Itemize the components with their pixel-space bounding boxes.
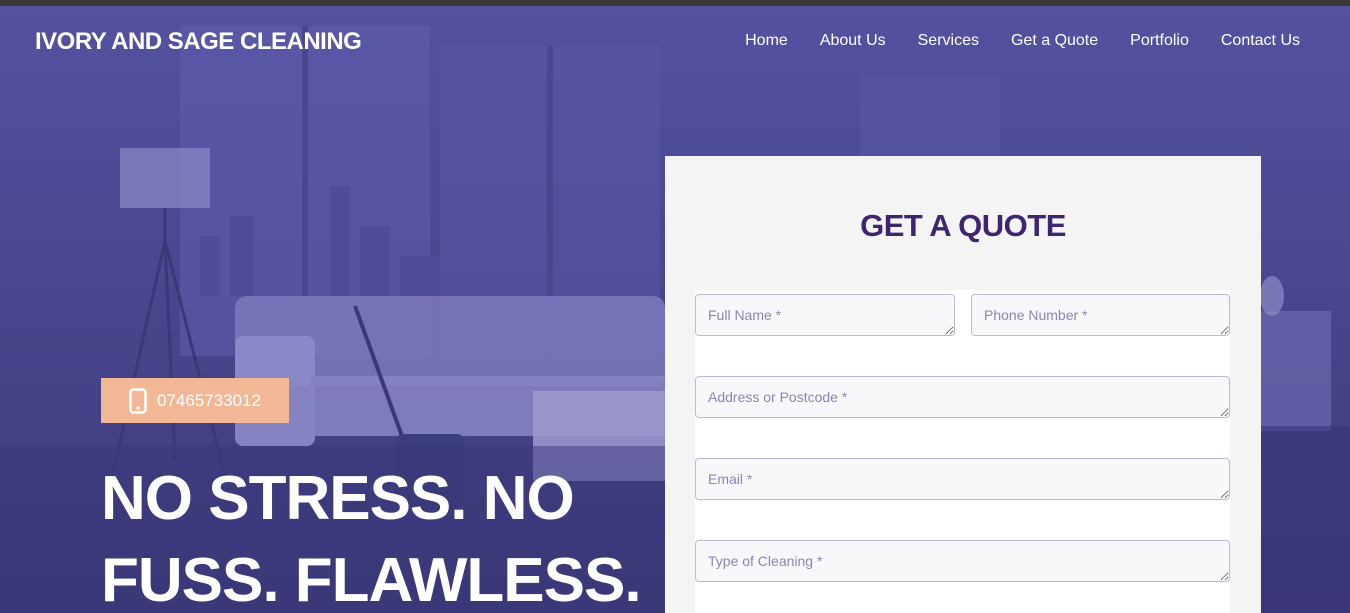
quote-form: [695, 290, 1230, 613]
nav-get-quote-link[interactable]: Get a Quote: [1011, 32, 1098, 50]
hero-headline: NO STRESS. NO FUSS. FLAWLESS.: [101, 458, 661, 613]
brand-logo-text[interactable]: IVORY AND SAGE CLEANING: [35, 28, 362, 56]
nav-about-link[interactable]: About Us: [820, 32, 886, 50]
nav-portfolio-link[interactable]: Portfolio: [1130, 32, 1189, 50]
nav-services-link[interactable]: Services: [918, 32, 979, 50]
mobile-phone-icon: [129, 387, 147, 414]
quote-form-title: GET A QUOTE: [860, 208, 1066, 243]
headline-line-2: FUSS. FLAWLESS.: [101, 546, 642, 613]
email-field[interactable]: [695, 458, 1230, 500]
cleaning-type-field[interactable]: [695, 540, 1230, 582]
full-name-field[interactable]: [695, 294, 955, 336]
phone-call-button[interactable]: 07465733012: [101, 378, 289, 423]
phone-number-label: 07465733012: [156, 390, 261, 410]
phone-number-field[interactable]: [971, 294, 1230, 336]
main-navigation: Home About Us Services Get a Quote Portf…: [745, 32, 1300, 50]
headline-line-1: NO STRESS. NO: [101, 464, 575, 533]
address-postcode-field[interactable]: [695, 376, 1230, 418]
nav-home-link[interactable]: Home: [745, 32, 788, 50]
quote-form-card: GET A QUOTE: [665, 156, 1261, 613]
nav-contact-link[interactable]: Contact Us: [1221, 32, 1300, 50]
hero-section: IVORY AND SAGE CLEANING Home About Us Se…: [0, 6, 1350, 613]
